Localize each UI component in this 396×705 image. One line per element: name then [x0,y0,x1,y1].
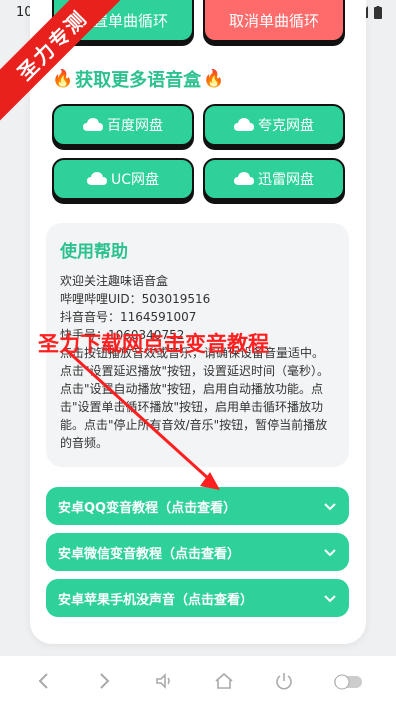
cloud-icon [86,172,107,185]
disk-label: UC网盘 [110,172,160,188]
accordion-wechat[interactable]: 安卓微信变音教程（点击查看） [46,533,349,571]
disk-label: 百度网盘 [107,118,163,134]
chevron-down-icon [324,595,336,603]
uc-disk-button[interactable]: UC网盘 [52,158,194,200]
forward-icon[interactable] [93,670,115,692]
accordion-label: 安卓苹果手机没声音（点击查看） [58,592,254,608]
accordion-apple[interactable]: 安卓苹果手机没声音（点击查看） [46,579,349,617]
battery-icon [374,5,382,19]
help-line: 欢迎关注趣味语音盒 [60,274,169,288]
home-icon[interactable] [213,670,235,692]
voice-icon[interactable] [153,670,175,692]
cancel-loop-button[interactable]: 取消单曲循环 [203,0,345,42]
cloud-icon [234,118,254,131]
chevron-down-icon [324,549,336,557]
help-title: 使用帮助 [60,242,128,262]
toggle-icon[interactable] [333,670,363,692]
back-icon[interactable] [33,670,55,692]
help-line: 哔哩哔哩UID：503019516 [60,292,211,306]
accordion-qq[interactable]: 安卓QQ变音教程（点击查看） [46,487,349,525]
quark-disk-button[interactable]: 夸克网盘 [203,104,345,146]
section-title-text: 获取更多语音盒 [75,70,202,91]
power-icon[interactable] [273,670,295,692]
help-line: 抖音音号：1164591007 [60,310,197,324]
accordion-label: 安卓微信变音教程（点击查看） [58,546,241,562]
help-card: 使用帮助 欢迎关注趣味语音盒 哔哩哔哩UID：503019516 抖音音号：11… [46,223,349,467]
disk-label: 迅雷网盘 [258,172,314,188]
set-loop-button[interactable]: 设置单曲循环 [52,0,194,42]
baidu-disk-button[interactable]: 百度网盘 [52,104,194,146]
section-title: 🔥 获取更多语音盒 🔥 [52,66,224,92]
xunlei-disk-button[interactable]: 迅雷网盘 [203,158,345,200]
fire-icon: 🔥 [52,69,74,89]
nav-bar [0,655,396,705]
cloud-icon [234,172,254,185]
disk-label: 夸克网盘 [258,118,314,134]
accordion-label: 安卓QQ变音教程（点击查看） [58,500,237,516]
chevron-down-icon [324,503,336,511]
fire-icon: 🔥 [203,69,225,89]
help-body: 点击按钮播放音效或音乐，请确保设备音量适中。点击"设置延迟播放"按钮，设置延迟时… [60,346,330,450]
cloud-icon [83,118,103,131]
help-line: 快手号：1060340752 [60,328,185,342]
